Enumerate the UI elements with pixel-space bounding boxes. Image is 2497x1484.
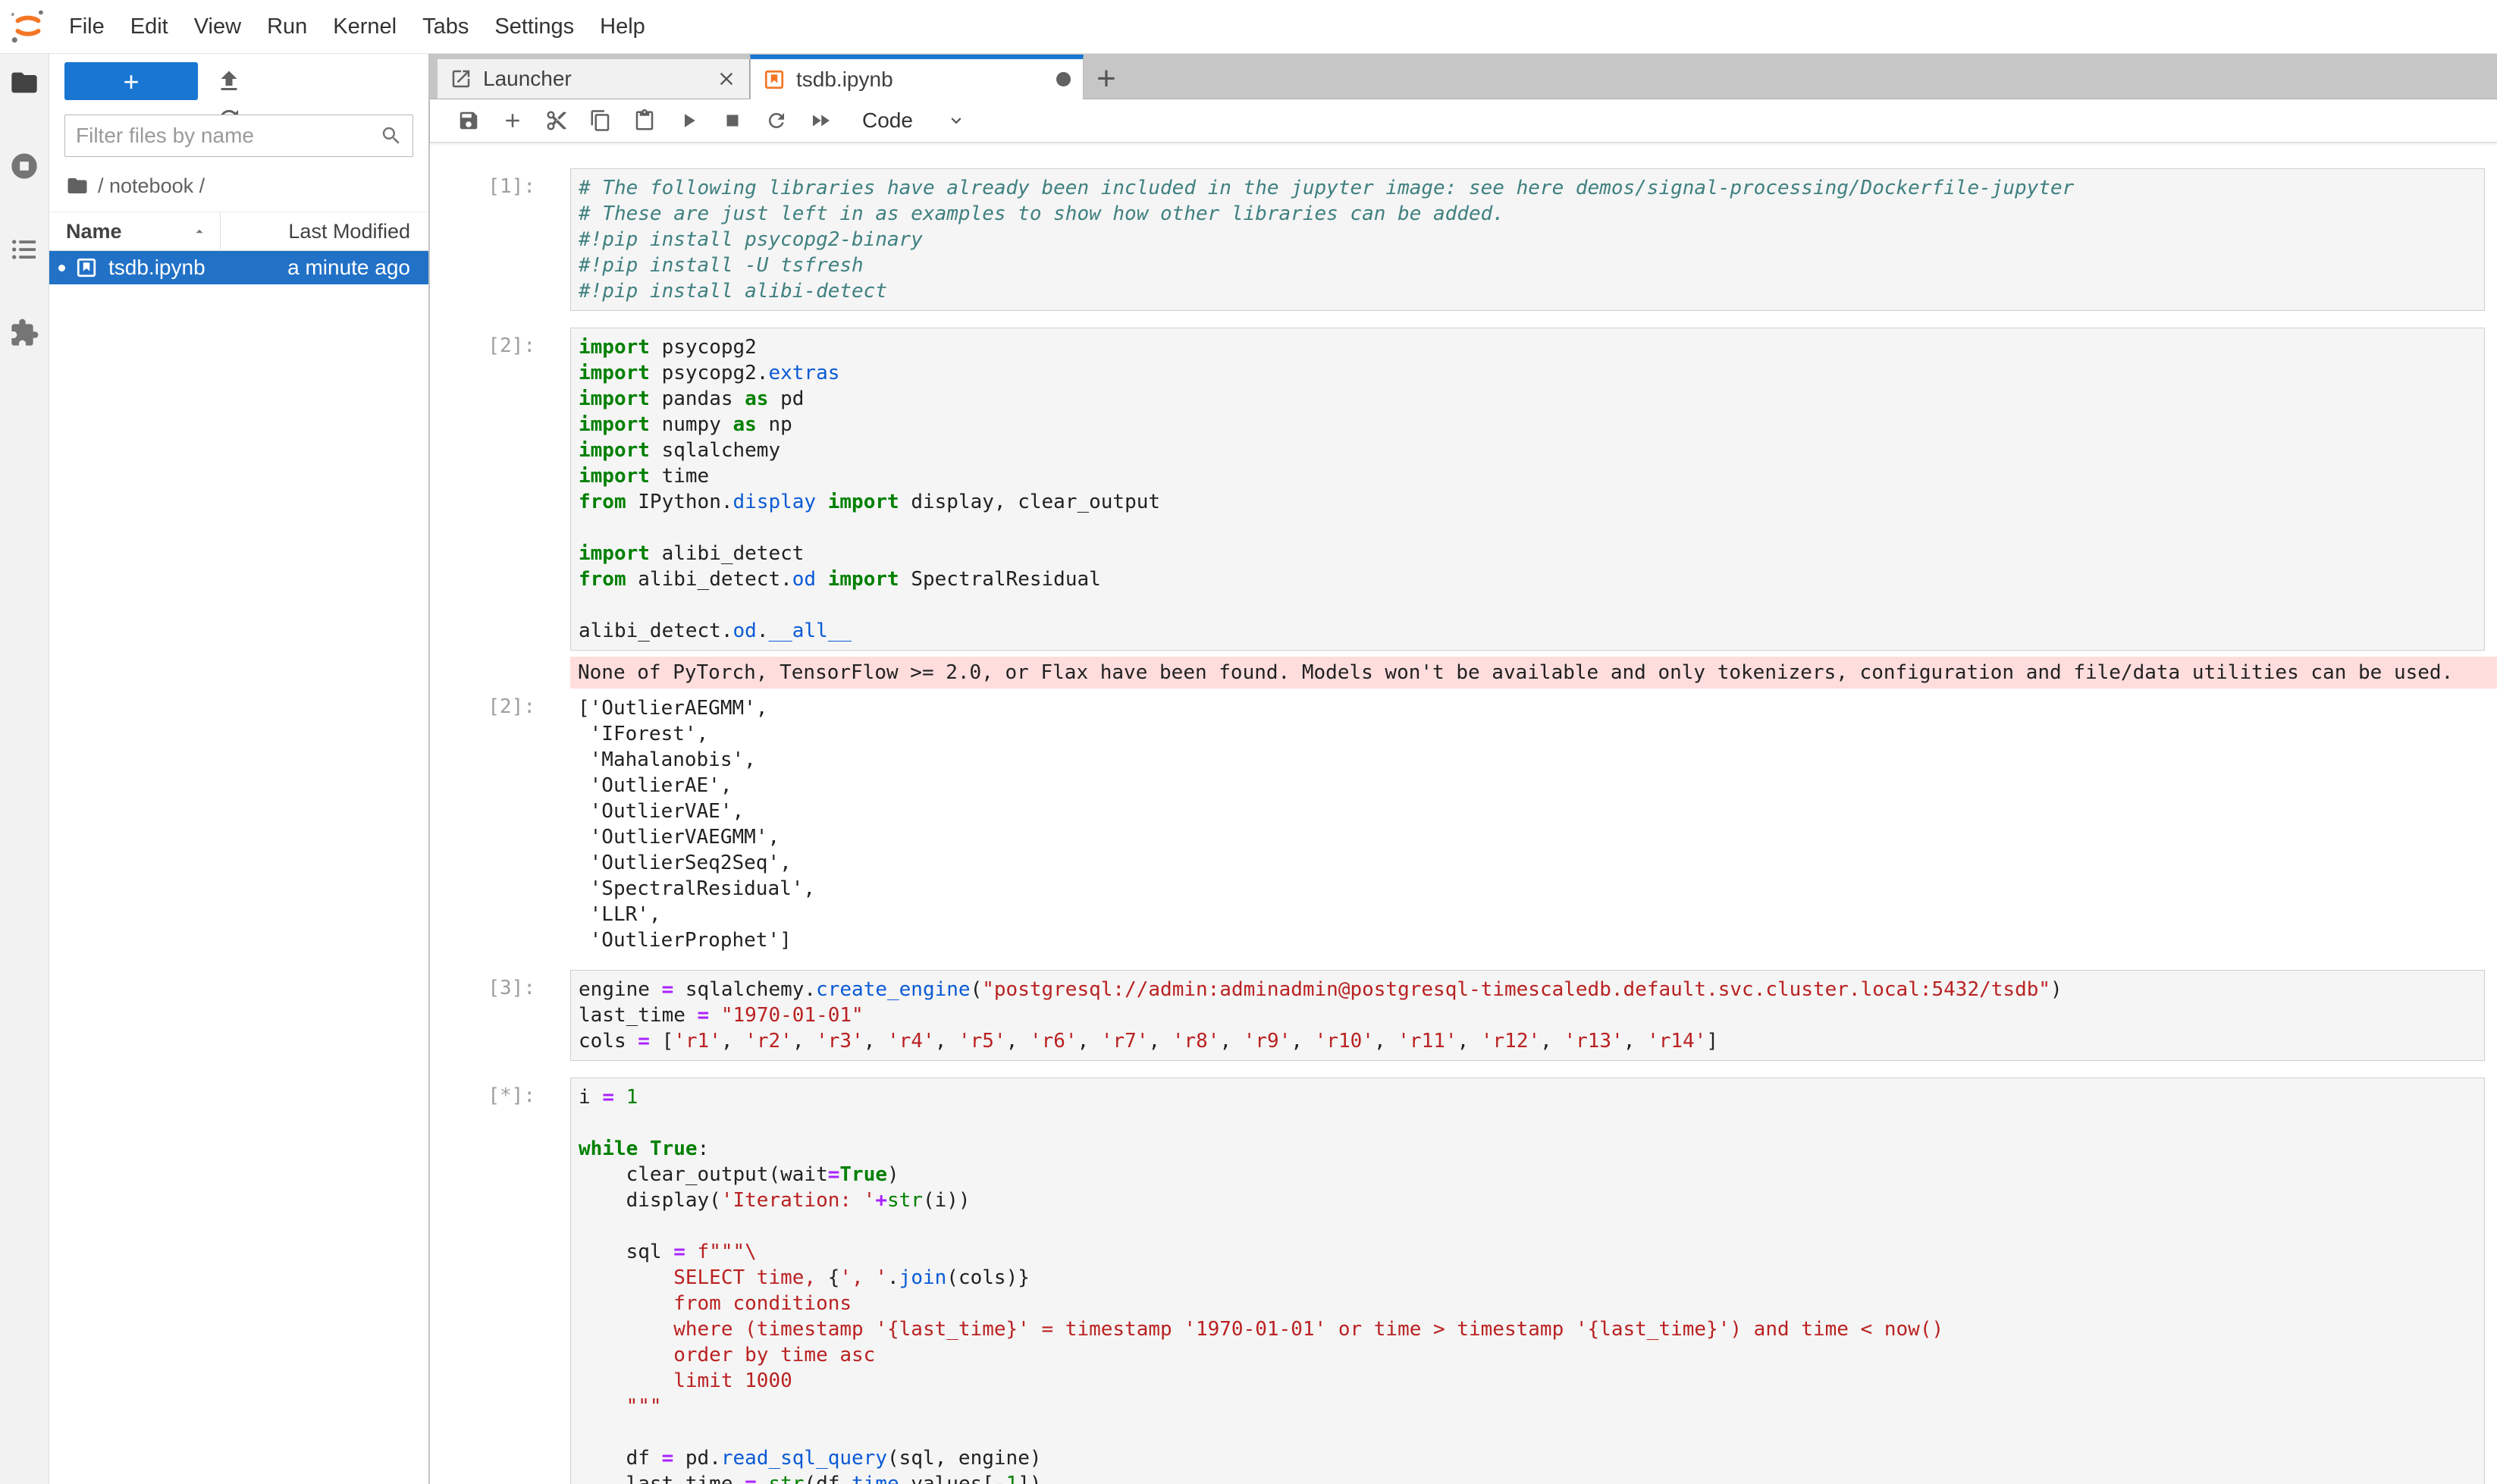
output-prompt: [2]:	[430, 695, 570, 718]
toolbar-buttons	[447, 104, 842, 137]
close-tab-button[interactable]	[716, 68, 737, 89]
input-prompt: [3]:	[430, 970, 570, 999]
sidebar-table-of-contents[interactable]	[8, 233, 41, 266]
cell-type-dropdown[interactable]: Code	[862, 108, 966, 133]
file-browser-icon	[9, 67, 39, 98]
stderr-output: None of PyTorch, TensorFlow >= 2.0, or F…	[430, 657, 2497, 689]
search-icon	[380, 124, 403, 147]
menu-edit[interactable]: Edit	[118, 0, 181, 53]
column-header-last-modified[interactable]: Last Modified	[221, 220, 428, 243]
save-button[interactable]	[447, 104, 491, 137]
code-editor[interactable]: engine = sqlalchemy.create_engine("postg…	[570, 970, 2485, 1061]
jupyter-logo-icon	[8, 6, 49, 47]
tab-launcher[interactable]: Launcher	[438, 59, 750, 99]
notebook-toolbar: Code	[430, 99, 2497, 143]
menu-bar: FileEditViewRunKernelTabsSettingsHelp	[0, 0, 2497, 54]
file-list-header: Name Last Modified	[49, 212, 428, 251]
code-cell-3: [3]:engine = sqlalchemy.create_engine("p…	[430, 970, 2485, 1061]
add-tab-button[interactable]: +	[1084, 59, 1129, 99]
file-row[interactable]: tsdb.ipynba minute ago	[49, 251, 428, 284]
notebook: [1]:# The following libraries have alrea…	[430, 143, 2497, 1484]
input-prompt: [1]:	[430, 168, 570, 198]
tab-label: tsdb.ipynb	[796, 67, 1056, 92]
breadcrumb: / notebook /	[49, 157, 428, 201]
copy-icon	[589, 109, 612, 132]
tab-label: Launcher	[483, 67, 716, 91]
menu-run[interactable]: Run	[254, 0, 320, 53]
code-editor[interactable]: i = 1while True: clear_output(wait=True)…	[570, 1078, 2485, 1484]
sort-caret-up-icon	[191, 223, 208, 240]
result-text: ['OutlierAEGMM', 'IForest', 'Mahalanobis…	[570, 695, 2485, 953]
notebook-file-icon	[75, 256, 98, 279]
filter-files-input[interactable]	[64, 115, 413, 157]
copy-button[interactable]	[579, 104, 623, 137]
add-cell-icon	[501, 109, 524, 132]
file-name: tsdb.ipynb	[108, 256, 287, 280]
sidebar-file-browser[interactable]	[8, 66, 41, 99]
running-kernels-icon	[9, 151, 39, 181]
code-cell-4: [*]:i = 1while True: clear_output(wait=T…	[430, 1078, 2485, 1484]
save-icon	[457, 109, 480, 132]
file-browser-toolbar: +	[49, 54, 428, 108]
cut-button[interactable]	[535, 104, 579, 137]
menu-kernel[interactable]: Kernel	[320, 0, 409, 53]
file-list: tsdb.ipynba minute ago	[49, 251, 428, 284]
file-last-modified: a minute ago	[287, 256, 428, 280]
tab-bar: Launcher tsdb.ipynb +	[430, 54, 2497, 99]
sidebar-running-kernels[interactable]	[8, 149, 41, 183]
filter-box	[64, 115, 413, 157]
add-cell-button[interactable]	[491, 104, 535, 137]
sidebar-extension-manager[interactable]	[8, 316, 41, 350]
menu-tabs[interactable]: Tabs	[409, 0, 482, 53]
unsaved-changes-indicator	[1056, 72, 1071, 86]
fast-forward-icon	[809, 109, 832, 132]
file-browser-panel: + / notebook / Name Last Modified tsdb.i…	[49, 54, 430, 1484]
paste-button[interactable]	[623, 104, 667, 137]
menu-bar-items: FileEditViewRunKernelTabsSettingsHelp	[56, 0, 658, 53]
code-editor[interactable]: # The following libraries have already b…	[570, 168, 2485, 311]
left-sidebar	[0, 54, 49, 1484]
upload-icon	[215, 67, 243, 95]
restart-button[interactable]	[754, 104, 798, 137]
menu-file[interactable]: File	[56, 0, 118, 53]
notebook-icon	[763, 68, 786, 91]
name-header-label: Name	[66, 220, 122, 243]
menu-settings[interactable]: Settings	[482, 0, 587, 53]
new-launcher-button[interactable]: +	[64, 62, 198, 100]
fast-forward-button[interactable]	[798, 104, 842, 137]
cell-type-value: Code	[862, 108, 913, 133]
input-prompt: [2]:	[430, 328, 570, 357]
stop-button[interactable]	[711, 104, 754, 137]
restart-icon	[765, 109, 788, 132]
paste-icon	[633, 109, 656, 132]
code-cell-1: [1]:# The following libraries have alrea…	[430, 168, 2485, 311]
table-of-contents-icon	[9, 234, 39, 265]
input-prompt: [*]:	[430, 1078, 570, 1107]
menu-view[interactable]: View	[181, 0, 254, 53]
run-button[interactable]	[667, 104, 711, 137]
code-editor[interactable]: import psycopg2import psycopg2.extrasimp…	[570, 328, 2485, 651]
chevron-down-icon	[946, 111, 966, 130]
execute-result: [2]:['OutlierAEGMM', 'IForest', 'Mahalan…	[430, 695, 2485, 953]
stop-icon	[721, 109, 744, 132]
column-header-name[interactable]: Name	[49, 212, 221, 250]
cut-icon	[545, 109, 568, 132]
tab-tsdb-ipynb[interactable]: tsdb.ipynb	[750, 55, 1084, 99]
tabs: Launcher tsdb.ipynb	[438, 55, 1084, 99]
run-icon	[677, 109, 700, 132]
extension-manager-icon	[9, 318, 39, 348]
breadcrumb-path[interactable]: / notebook /	[98, 174, 205, 198]
main-dock: Launcher tsdb.ipynb + Code [1]:# The foll…	[430, 54, 2497, 1484]
running-indicator	[58, 265, 65, 271]
home-folder-icon[interactable]	[66, 174, 89, 197]
menu-help[interactable]: Help	[587, 0, 658, 53]
upload-button[interactable]	[198, 62, 260, 100]
code-cell-2: [2]:import psycopg2import psycopg2.extra…	[430, 328, 2485, 651]
warning-text: None of PyTorch, TensorFlow >= 2.0, or F…	[570, 657, 2497, 689]
launcher-icon	[450, 67, 472, 90]
